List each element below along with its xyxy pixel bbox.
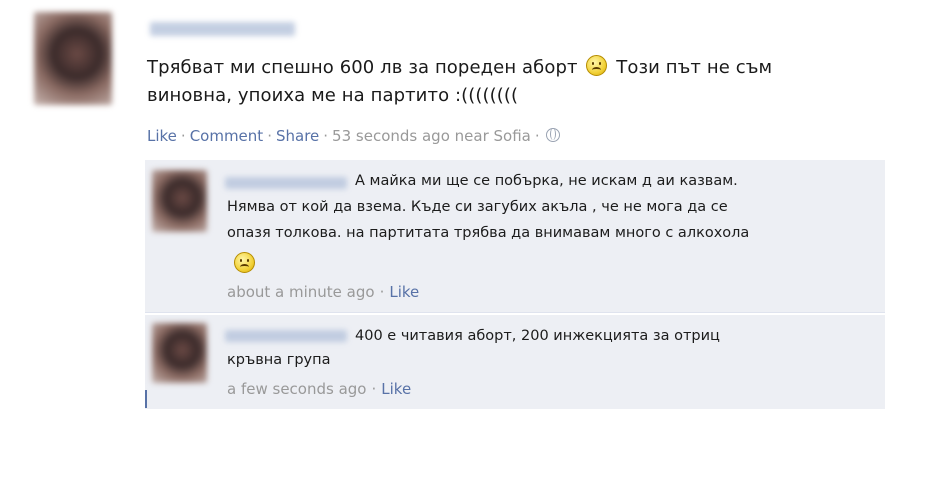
frown-emoticon-icon	[586, 55, 608, 76]
comment-timestamp[interactable]: a few seconds ago	[227, 380, 366, 398]
post-message: Трябват ми спешно 600 лв за пореден абор…	[147, 54, 877, 110]
comment-link[interactable]: Comment	[190, 127, 264, 145]
comments-section: А майка ми ще се побърка, не искам д аи …	[145, 160, 885, 410]
commenter-name[interactable]	[225, 330, 347, 342]
post-author-name[interactable]	[150, 22, 295, 36]
reply-indicator-bar	[145, 390, 147, 408]
frown-emoticon-icon	[234, 252, 255, 273]
comment-text-line-2: кръвна група	[227, 352, 331, 368]
comment-text-line-3: опазя толкова. на партитата трябва да вн…	[227, 225, 750, 241]
comment-meta: about a minute ago · Like	[227, 283, 420, 301]
comment-item: 400 е читавия аборт, 200 инжекцията за о…	[145, 315, 885, 409]
comment-item: А майка ми ще се побърка, не искам д аи …	[145, 160, 885, 313]
comment-text-line-1: А майка ми ще се побърка, не искам д аи …	[355, 173, 738, 189]
share-link[interactable]: Share	[276, 127, 319, 145]
post-message-line-1: Трябват ми спешно 600 лв за пореден абор…	[147, 55, 773, 78]
commenter-name[interactable]	[225, 177, 347, 189]
comment-meta: a few seconds ago · Like	[227, 380, 412, 398]
post-author-avatar[interactable]	[34, 12, 112, 105]
comment-timestamp[interactable]: about a minute ago	[227, 283, 375, 301]
post-message-line-2: виновна, упоиха ме на партито :((((((((	[147, 85, 519, 106]
post-timestamp[interactable]: 53 seconds ago near Sofia	[332, 127, 531, 145]
commenter-avatar[interactable]	[152, 170, 207, 232]
comment-text-line-1: 400 е читавия аборт, 200 инжекцията за о…	[355, 328, 720, 344]
commenter-avatar[interactable]	[152, 323, 207, 383]
post-actions: Like · Comment · Share · 53 seconds ago near S…	[147, 127, 560, 145]
comment-like-link[interactable]: Like	[389, 283, 419, 301]
like-link[interactable]: Like	[147, 127, 177, 145]
globe-icon[interactable]	[545, 128, 560, 142]
comment-like-link[interactable]: Like	[381, 380, 411, 398]
comment-text-line-2: Нямва от кой да взема. Къде си загубих а…	[227, 199, 728, 215]
